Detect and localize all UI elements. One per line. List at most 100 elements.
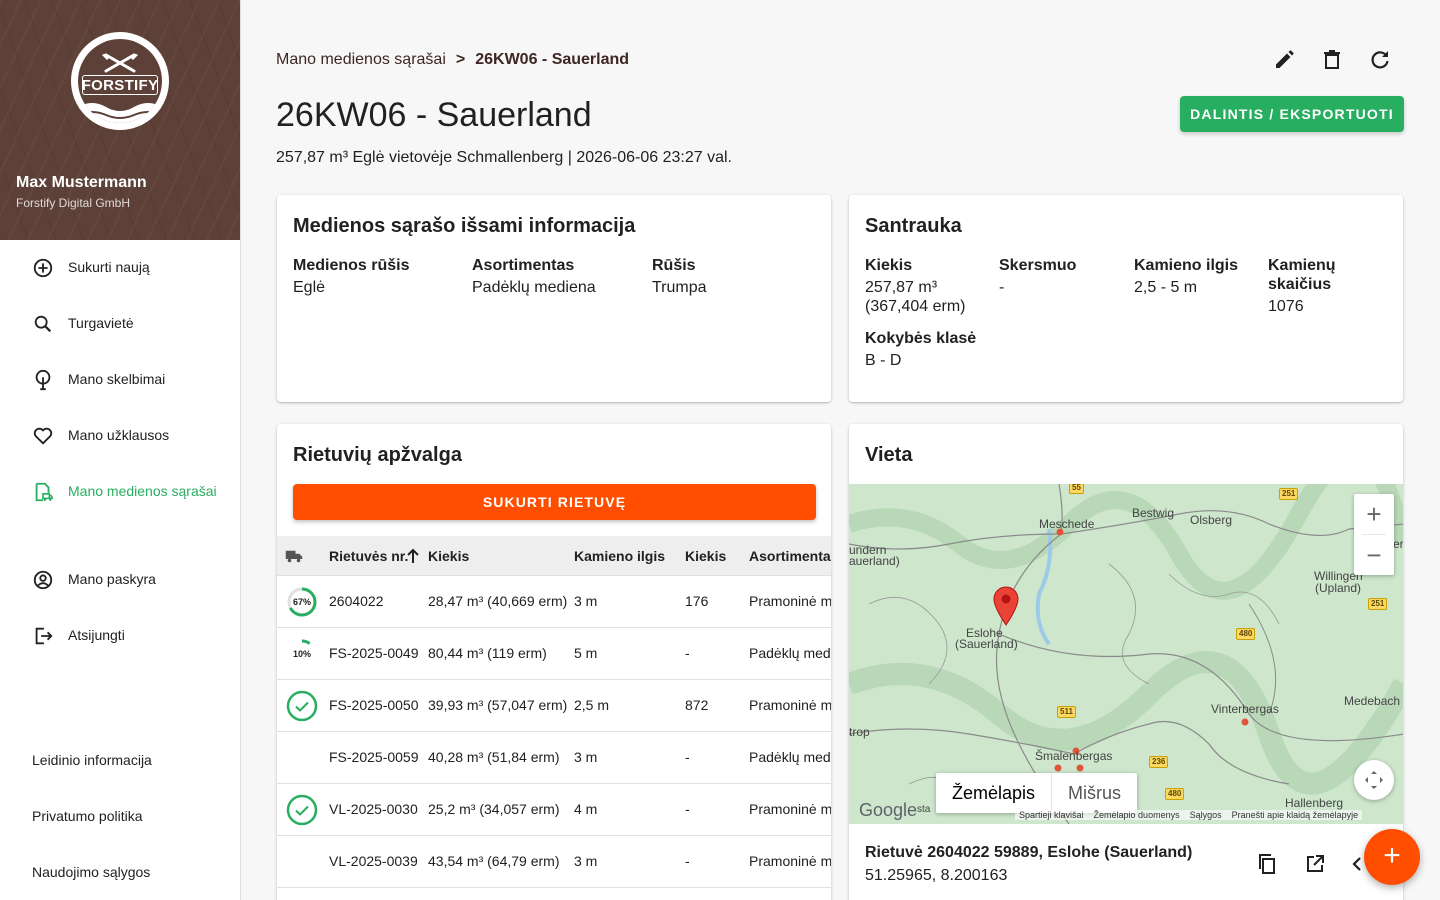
logout-icon: [35, 627, 53, 645]
sidebar: FORSTIFY Max Mustermann Forstify Digital…: [0, 0, 241, 900]
zoom-in-button[interactable]: +: [1354, 494, 1394, 534]
table-row[interactable]: VL-2025-0039 43,54 m³ (64,79 erm) 3 m - …: [277, 836, 831, 888]
copy-icon[interactable]: [1255, 852, 1279, 876]
nav-item-my-account[interactable]: Mano paskyra: [0, 555, 240, 603]
card-title: Vieta: [865, 444, 913, 466]
quantity-value: 257,87 m³: [865, 279, 938, 296]
nav-item-create-new[interactable]: Sukurti naują: [0, 243, 240, 291]
breadcrumb-separator: >: [455, 51, 466, 68]
document-truck-icon: [35, 482, 53, 502]
length-value: 2,5 - 5 m: [1134, 279, 1198, 296]
open-in-new-icon[interactable]: [1303, 852, 1327, 876]
road-number-badge: 251: [1279, 488, 1299, 500]
column-header-length[interactable]: Kamieno ilgis: [574, 548, 665, 564]
column-header-count[interactable]: Kiekis: [685, 548, 726, 564]
pile-quantity: 25,2 m³ (34,057 erm): [428, 801, 560, 817]
column-header-quantity[interactable]: Kiekis: [428, 548, 469, 564]
diameter-value: -: [999, 279, 1005, 296]
pile-quantity: 40,28 m³ (51,84 erm): [428, 749, 560, 765]
nav-item-my-listings[interactable]: Mano skelbimai: [0, 355, 240, 403]
progress-label: 10%: [292, 649, 311, 659]
map-type-map-button[interactable]: Žemėlapis: [936, 773, 1051, 813]
pile-quantity: 43,54 m³ (64,79 erm): [428, 853, 560, 869]
nav-item-label: Atsijungti: [68, 627, 125, 643]
pile-count: -: [685, 853, 690, 869]
user-company: Forstify Digital GmbH: [16, 196, 131, 210]
pile-nr: FS-2025-0059: [329, 749, 419, 765]
map-marker-icon[interactable]: [993, 586, 1019, 626]
report-error-link[interactable]: Pranešti apie klaidą žemėlapyje: [1232, 810, 1359, 820]
progress-label: 67%: [292, 597, 311, 607]
map-data-link[interactable]: Žemėlapio duomenys: [1094, 810, 1180, 820]
pile-assortment: Pramoninė m: [749, 801, 831, 817]
table-row[interactable]: FS-2025-0059 40,28 m³ (51,84 erm) 3 m - …: [277, 732, 831, 784]
delete-icon[interactable]: [1320, 48, 1344, 72]
table-row[interactable]: VL-2025-0030 25,2 m³ (34,057 erm) 4 m - …: [277, 784, 831, 836]
pile-nr: FS-2025-0049: [329, 645, 419, 661]
truck-icon: [285, 550, 303, 563]
pile-length: 5 m: [574, 645, 598, 661]
terms-link[interactable]: Sąlygos: [1190, 810, 1222, 820]
share-export-button[interactable]: DALINTIS / EKSPORTUOTI: [1180, 96, 1404, 132]
nav-item-my-requests[interactable]: Mano užklausos: [0, 411, 240, 459]
map-place-label: auerland): [849, 554, 900, 568]
page-title: 26KW06 - Sauerland: [276, 96, 592, 134]
field-label: Asortimentas: [472, 257, 575, 274]
zoom-out-button[interactable]: −: [1354, 535, 1394, 575]
forstify-logo[interactable]: FORSTIFY: [71, 32, 169, 130]
wave-icon: [78, 103, 162, 123]
pile-count: 176: [685, 593, 709, 609]
imprint-link[interactable]: Leidinio informacija: [32, 752, 152, 768]
card-title: Rietuvių apžvalga: [293, 444, 462, 466]
page-subtitle: 257,87 m³ Eglė vietovėje Schmallenberg |…: [276, 149, 732, 166]
pile-nr: FS-2025-0050: [329, 697, 419, 713]
pile-quantity: 80,44 m³ (119 erm): [428, 645, 547, 661]
terms-of-use-link[interactable]: Naudojimo sąlygos: [32, 864, 150, 880]
pile-length: 3 m: [574, 593, 598, 609]
field-value: Padėklų mediena: [472, 279, 596, 296]
nav-item-my-timber-lists[interactable]: Mano medienos sąrašai: [0, 467, 240, 515]
card-title: Medienos sąrašo išsami informacija: [293, 215, 636, 237]
pile-assortment: Padėklų med: [749, 645, 831, 661]
log-count-label-2: skaičius: [1268, 276, 1332, 293]
log-count-label: Kamienų: [1268, 257, 1336, 274]
column-header-assortment[interactable]: Asortimentas: [749, 548, 831, 564]
edit-icon[interactable]: [1272, 48, 1296, 72]
map-footer: Spartieji klavišai Žemėlapio duomenys Są…: [1015, 810, 1363, 820]
pile-length: 2,5 m: [574, 697, 610, 713]
table-row[interactable]: 10% FS-2025-0049 80,44 m³ (119 erm) 5 m …: [277, 628, 831, 680]
pile-length: 3 m: [574, 853, 598, 869]
timber-list-details-card: Medienos sąrašo išsami informacija Medie…: [277, 195, 831, 402]
map-place-label: Hallenberg: [1285, 796, 1344, 810]
field-label: Rūšis: [652, 257, 696, 274]
column-header-pile-nr[interactable]: Rietuvės nr.: [329, 548, 408, 564]
keyboard-shortcuts-link[interactable]: Spartieji klavišai: [1019, 810, 1084, 820]
pile-quantity: 39,93 m³ (57,047 erm): [428, 697, 568, 713]
quality-class-value: B - D: [865, 352, 902, 369]
diameter-label: Skersmuo: [999, 257, 1077, 274]
nav-item-logout[interactable]: Atsijungti: [0, 611, 240, 659]
breadcrumb-parent[interactable]: Mano medienos sąrašai: [276, 51, 446, 69]
pile-assortment: Pramoninė m: [749, 853, 831, 869]
sidebar-header: FORSTIFY Max Mustermann Forstify Digital…: [0, 0, 240, 240]
nav-item-label: Mano užklausos: [68, 427, 170, 443]
breadcrumb: Mano medienos sąrašai > 26KW06 - Sauerla…: [276, 51, 629, 69]
create-pile-button[interactable]: SUKURTI RIETUVĘ: [293, 484, 816, 520]
map-place-label: Vinterbergas: [1211, 702, 1279, 716]
privacy-policy-link[interactable]: Privatumo politika: [32, 808, 143, 824]
arrow-up-icon[interactable]: [406, 548, 420, 564]
table-row[interactable]: FS-2025-0050 39,93 m³ (57,047 erm) 2,5 m…: [277, 680, 831, 732]
refresh-icon[interactable]: [1368, 48, 1392, 72]
nav-item-label: Mano skelbimai: [68, 371, 166, 387]
table-row[interactable]: 67% 2604022 28,47 m³ (40,669 erm) 3 m 17…: [277, 576, 831, 628]
map-camera-control[interactable]: [1354, 760, 1394, 800]
map-zoom-control: + −: [1354, 494, 1394, 575]
map[interactable]: Meschede Bestwig Olsberg Eslohe (Sauerla…: [849, 484, 1403, 824]
map-place-label: (Sauerland): [955, 637, 1018, 651]
pile-assortment: Pramoninė m: [749, 697, 831, 713]
nav-item-marketplace[interactable]: Turgavietė: [0, 299, 240, 347]
add-fab-button[interactable]: +: [1364, 829, 1420, 885]
road-number-badge: 480: [1165, 788, 1185, 800]
pile-nr: 2604022: [329, 593, 384, 609]
map-type-hybrid-button[interactable]: Mišrus: [1051, 773, 1137, 813]
